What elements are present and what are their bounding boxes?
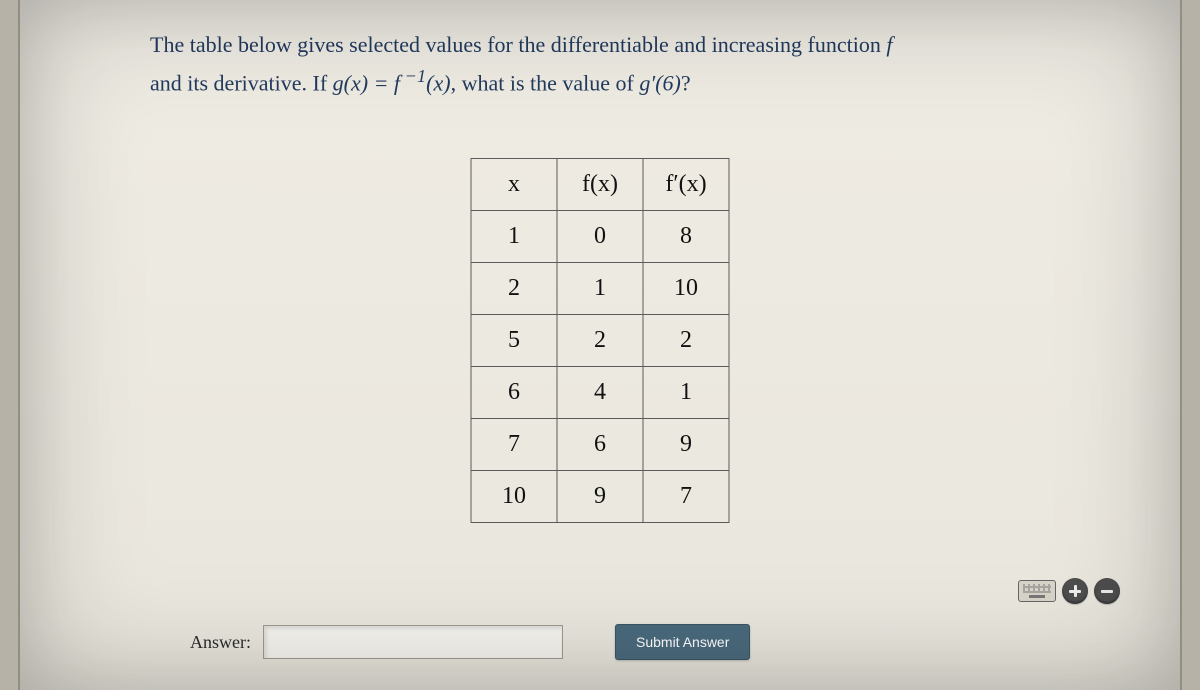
cell-fpx: 9	[643, 419, 729, 471]
values-table: x f(x) f′(x) 1 0 8 2 1 10 5 2 2 6	[471, 158, 730, 523]
table-row: 5 2 2	[471, 315, 729, 367]
col-header-fx: f(x)	[557, 159, 643, 211]
prompt-text-3: , what is the value of	[451, 70, 640, 95]
header-fpx-text: f′(x)	[665, 171, 706, 197]
col-header-fpx: f′(x)	[643, 159, 729, 211]
cell-fx: 4	[557, 367, 643, 419]
cell-x: 2	[471, 263, 557, 315]
cell-x: 6	[471, 367, 557, 419]
answer-label: Answer:	[190, 632, 251, 653]
cell-fpx: 1	[643, 367, 729, 419]
answer-row: Answer: Submit Answer	[190, 624, 750, 660]
answer-input[interactable]	[263, 625, 563, 659]
cell-fpx: 10	[643, 263, 729, 315]
cell-x: 1	[471, 211, 557, 263]
equation-exp: −1	[400, 66, 426, 86]
keyboard-icon[interactable]	[1018, 580, 1056, 602]
prompt-text-2: and its derivative. If	[150, 70, 333, 95]
prompt-text-4: ?	[681, 70, 691, 95]
equation-rhs: (x)	[426, 70, 450, 95]
zoom-out-icon[interactable]	[1094, 578, 1120, 604]
table-row: 7 6 9	[471, 419, 729, 471]
header-fx-text: f(x)	[582, 171, 618, 197]
cell-fx: 9	[557, 471, 643, 523]
cell-fpx: 8	[643, 211, 729, 263]
table-row: 6 4 1	[471, 367, 729, 419]
prompt-text: The table below gives selected values fo…	[150, 32, 886, 57]
cell-x: 7	[471, 419, 557, 471]
question-prompt: The table below gives selected values fo…	[150, 28, 1050, 101]
worksheet-panel: The table below gives selected values fo…	[18, 0, 1182, 690]
submit-answer-button[interactable]: Submit Answer	[615, 624, 750, 660]
cell-fx: 0	[557, 211, 643, 263]
header-x-text: x	[508, 171, 520, 197]
cell-x: 10	[471, 471, 557, 523]
equation-lhs: g(x) = f	[333, 70, 400, 95]
gprime-expr: g′(6)	[639, 70, 680, 95]
cell-fpx: 2	[643, 315, 729, 367]
table-row: 2 1 10	[471, 263, 729, 315]
col-header-x: x	[471, 159, 557, 211]
var-f: f	[886, 32, 892, 57]
cell-fx: 6	[557, 419, 643, 471]
zoom-in-icon[interactable]	[1062, 578, 1088, 604]
table-header-row: x f(x) f′(x)	[471, 159, 729, 211]
table-row: 10 9 7	[471, 471, 729, 523]
toolbar	[1018, 578, 1120, 604]
table-row: 1 0 8	[471, 211, 729, 263]
cell-fx: 2	[557, 315, 643, 367]
cell-x: 5	[471, 315, 557, 367]
cell-fx: 1	[557, 263, 643, 315]
cell-fpx: 7	[643, 471, 729, 523]
